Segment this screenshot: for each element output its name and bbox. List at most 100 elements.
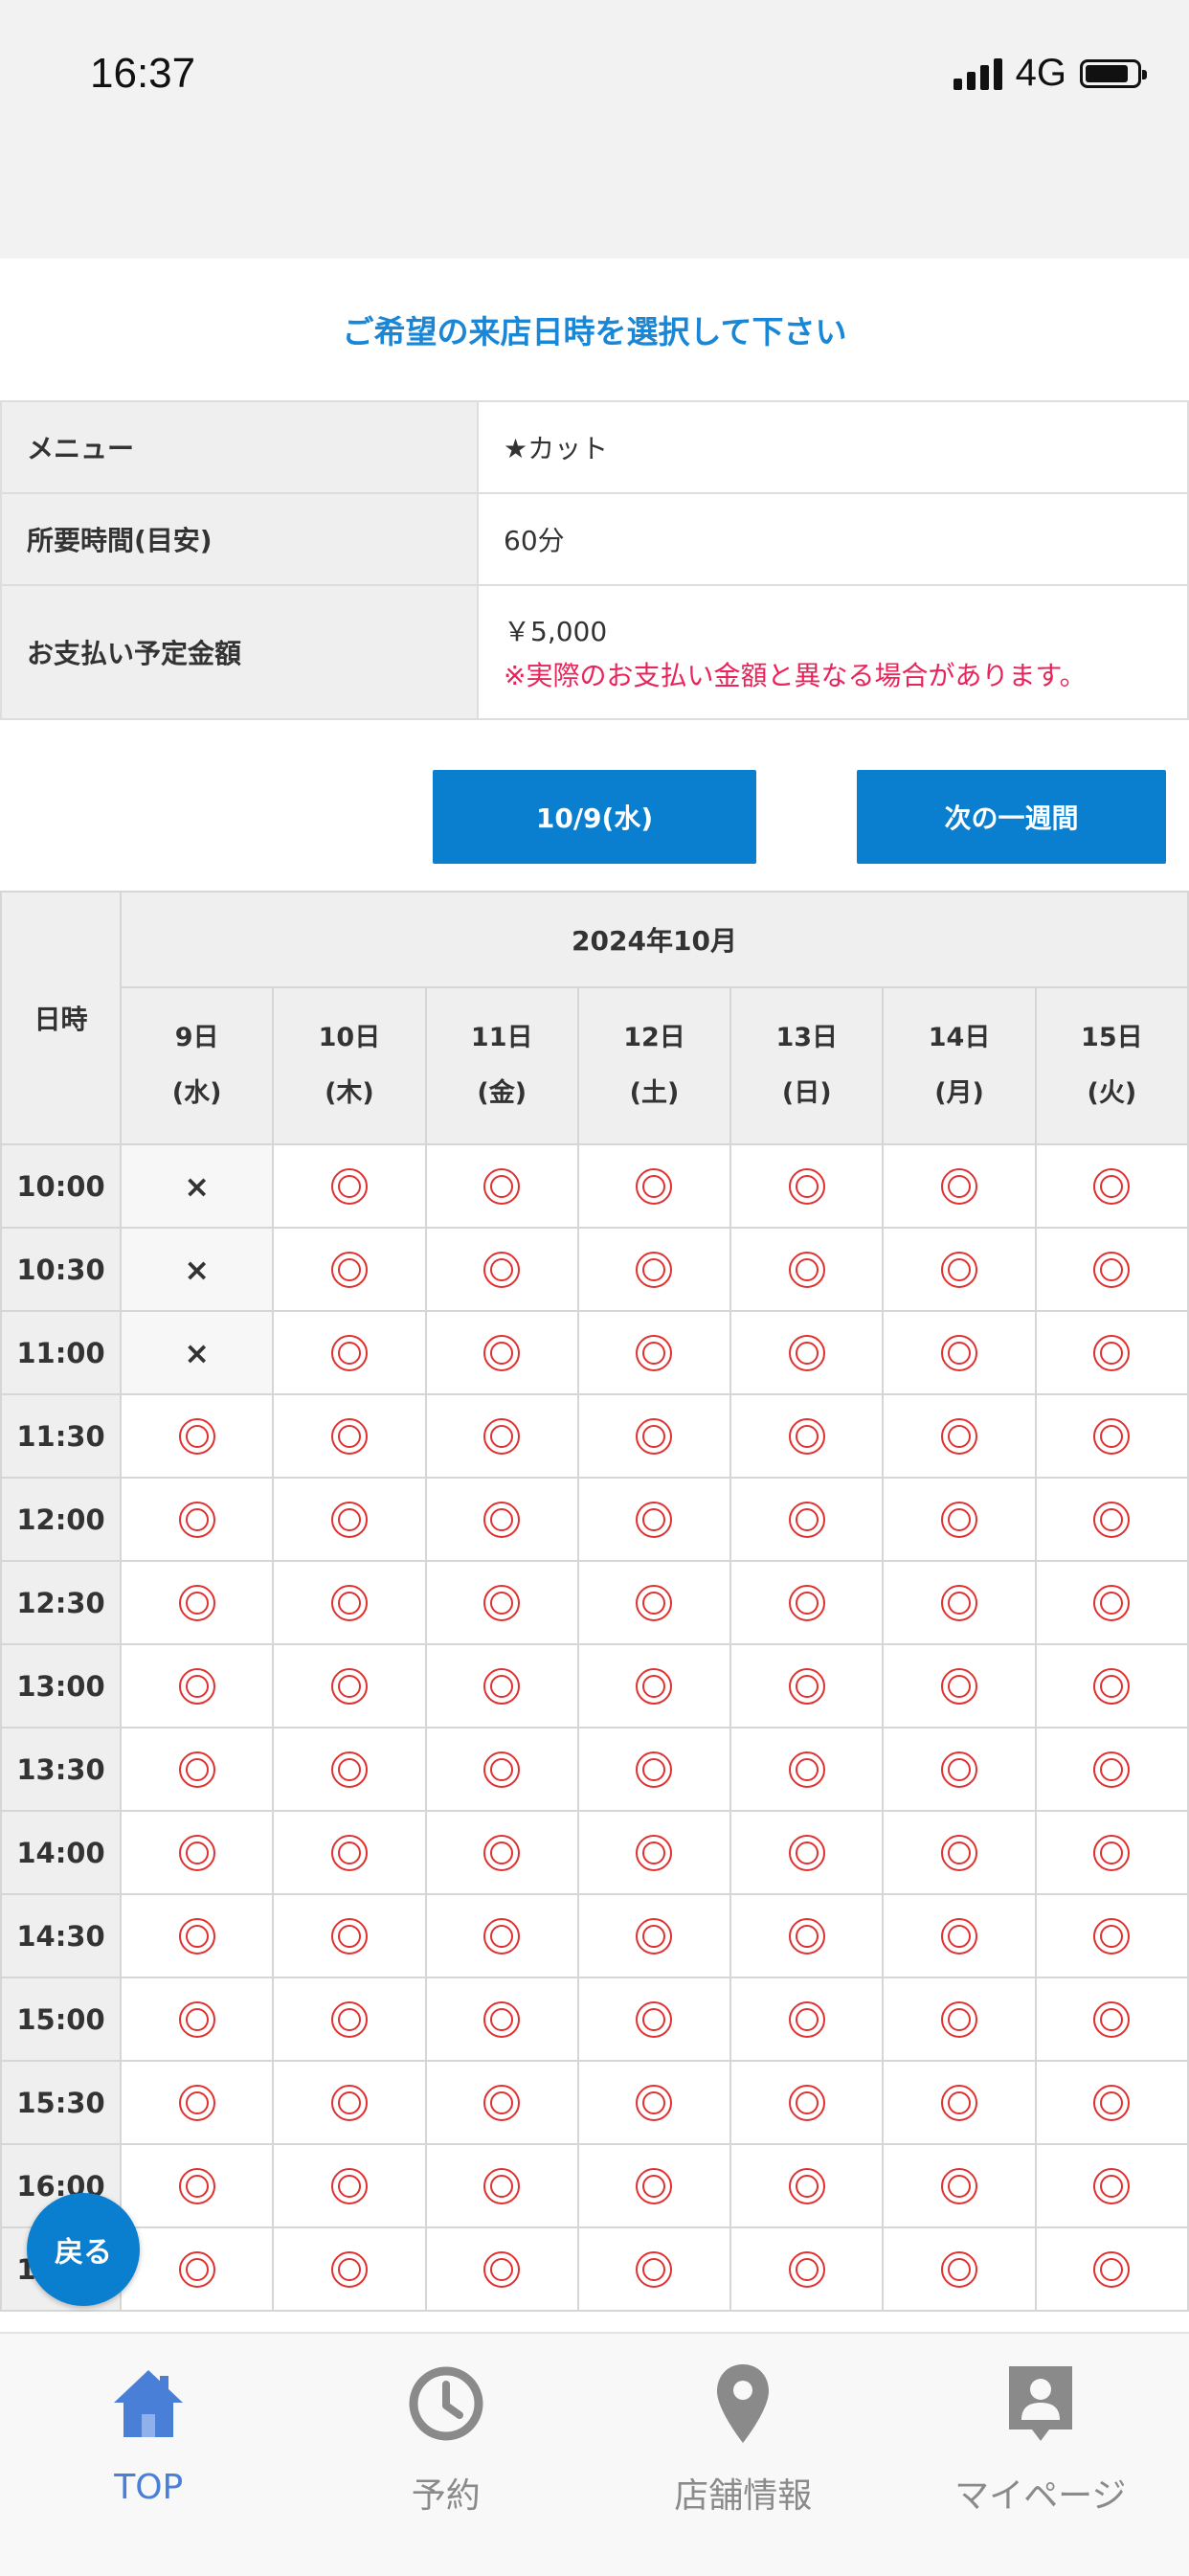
slot-available[interactable] xyxy=(883,2144,1035,2227)
slot-available[interactable] xyxy=(273,1478,425,1561)
slot-available[interactable] xyxy=(426,1977,578,2061)
slot-available[interactable] xyxy=(578,1894,730,1977)
slot-available[interactable] xyxy=(883,1561,1035,1644)
slot-available[interactable] xyxy=(1036,1811,1188,1894)
slot-available[interactable] xyxy=(121,1478,273,1561)
slot-available[interactable] xyxy=(273,1728,425,1811)
slot-available[interactable] xyxy=(1036,2061,1188,2144)
slot-available[interactable] xyxy=(883,1894,1035,1977)
slot-available[interactable] xyxy=(121,1894,273,1977)
slot-available[interactable] xyxy=(883,1228,1035,1311)
slot-available[interactable] xyxy=(121,1977,273,2061)
back-button[interactable]: 戻る xyxy=(27,2193,140,2306)
slot-available[interactable] xyxy=(730,1728,883,1811)
slot-available[interactable] xyxy=(578,2227,730,2311)
nav-item-mypage[interactable]: マイページ xyxy=(892,2334,1189,2576)
slot-available[interactable] xyxy=(578,1394,730,1478)
slot-available[interactable] xyxy=(883,1144,1035,1228)
slot-available[interactable] xyxy=(1036,2227,1188,2311)
slot-available[interactable] xyxy=(273,1311,425,1394)
slot-available[interactable] xyxy=(1036,1644,1188,1728)
slot-available[interactable] xyxy=(1036,1311,1188,1394)
slot-available[interactable] xyxy=(578,1728,730,1811)
slot-available[interactable] xyxy=(273,1894,425,1977)
slot-available[interactable] xyxy=(426,1394,578,1478)
slot-available[interactable] xyxy=(730,1894,883,1977)
slot-available[interactable] xyxy=(1036,1144,1188,1228)
slot-available[interactable] xyxy=(578,2144,730,2227)
slot-available[interactable] xyxy=(578,2061,730,2144)
slot-available[interactable] xyxy=(121,1394,273,1478)
slot-available[interactable] xyxy=(730,1644,883,1728)
slot-available[interactable] xyxy=(273,2144,425,2227)
slot-available[interactable] xyxy=(426,1561,578,1644)
slot-available[interactable] xyxy=(883,1311,1035,1394)
date-button[interactable]: 10/9(水) xyxy=(433,770,756,864)
slot-available[interactable] xyxy=(730,1561,883,1644)
slot-available[interactable] xyxy=(1036,1394,1188,1478)
slot-available[interactable] xyxy=(578,1144,730,1228)
slot-available[interactable] xyxy=(1036,1977,1188,2061)
slot-available[interactable] xyxy=(426,1811,578,1894)
slot-available[interactable] xyxy=(578,1311,730,1394)
slot-available[interactable] xyxy=(578,1644,730,1728)
slot-available[interactable] xyxy=(730,2061,883,2144)
slot-available[interactable] xyxy=(883,1644,1035,1728)
slot-available[interactable] xyxy=(1036,2144,1188,2227)
slot-available[interactable] xyxy=(578,1561,730,1644)
slot-available[interactable] xyxy=(273,1394,425,1478)
slot-available[interactable] xyxy=(426,1478,578,1561)
slot-available[interactable] xyxy=(883,1811,1035,1894)
slot-available[interactable] xyxy=(121,1811,273,1894)
slot-available[interactable] xyxy=(730,1144,883,1228)
slot-available[interactable] xyxy=(121,1644,273,1728)
slot-available[interactable] xyxy=(730,1478,883,1561)
slot-available[interactable] xyxy=(883,1728,1035,1811)
slot-available[interactable] xyxy=(1036,1894,1188,1977)
slot-available[interactable] xyxy=(273,1644,425,1728)
slot-available[interactable] xyxy=(578,1478,730,1561)
slot-available[interactable] xyxy=(426,1728,578,1811)
slot-available[interactable] xyxy=(121,2061,273,2144)
slot-available[interactable] xyxy=(273,1228,425,1311)
slot-available[interactable] xyxy=(273,1811,425,1894)
slot-available[interactable] xyxy=(121,2144,273,2227)
slot-available[interactable] xyxy=(273,1144,425,1228)
slot-available[interactable] xyxy=(273,2061,425,2144)
slot-available[interactable] xyxy=(426,1311,578,1394)
slot-available[interactable] xyxy=(578,1977,730,2061)
slot-available[interactable] xyxy=(426,1644,578,1728)
slot-available[interactable] xyxy=(1036,1228,1188,1311)
slot-available[interactable] xyxy=(121,1728,273,1811)
slot-available[interactable] xyxy=(730,1228,883,1311)
slot-available[interactable] xyxy=(730,1811,883,1894)
slot-available[interactable] xyxy=(426,1894,578,1977)
slot-available[interactable] xyxy=(273,2227,425,2311)
slot-available[interactable] xyxy=(426,1228,578,1311)
nav-item-top[interactable]: TOP xyxy=(0,2334,298,2576)
slot-available[interactable] xyxy=(1036,1478,1188,1561)
slot-available[interactable] xyxy=(883,1394,1035,1478)
slot-available[interactable] xyxy=(578,1811,730,1894)
slot-available[interactable] xyxy=(730,1311,883,1394)
slot-available[interactable] xyxy=(121,2227,273,2311)
slot-available[interactable] xyxy=(730,1977,883,2061)
nav-item-store-info[interactable]: 店舗情報 xyxy=(594,2334,892,2576)
slot-available[interactable] xyxy=(1036,1561,1188,1644)
slot-available[interactable] xyxy=(883,2227,1035,2311)
slot-available[interactable] xyxy=(273,1977,425,2061)
slot-available[interactable] xyxy=(883,1977,1035,2061)
slot-available[interactable] xyxy=(730,2144,883,2227)
slot-available[interactable] xyxy=(883,1478,1035,1561)
nav-item-reservation[interactable]: 予約 xyxy=(298,2334,595,2576)
slot-available[interactable] xyxy=(426,2061,578,2144)
next-week-button[interactable]: 次の一週間 xyxy=(857,770,1166,864)
slot-available[interactable] xyxy=(426,2144,578,2227)
slot-available[interactable] xyxy=(121,1561,273,1644)
slot-available[interactable] xyxy=(883,2061,1035,2144)
slot-available[interactable] xyxy=(730,1394,883,1478)
slot-available[interactable] xyxy=(1036,1728,1188,1811)
slot-available[interactable] xyxy=(730,2227,883,2311)
slot-available[interactable] xyxy=(273,1561,425,1644)
slot-available[interactable] xyxy=(426,2227,578,2311)
